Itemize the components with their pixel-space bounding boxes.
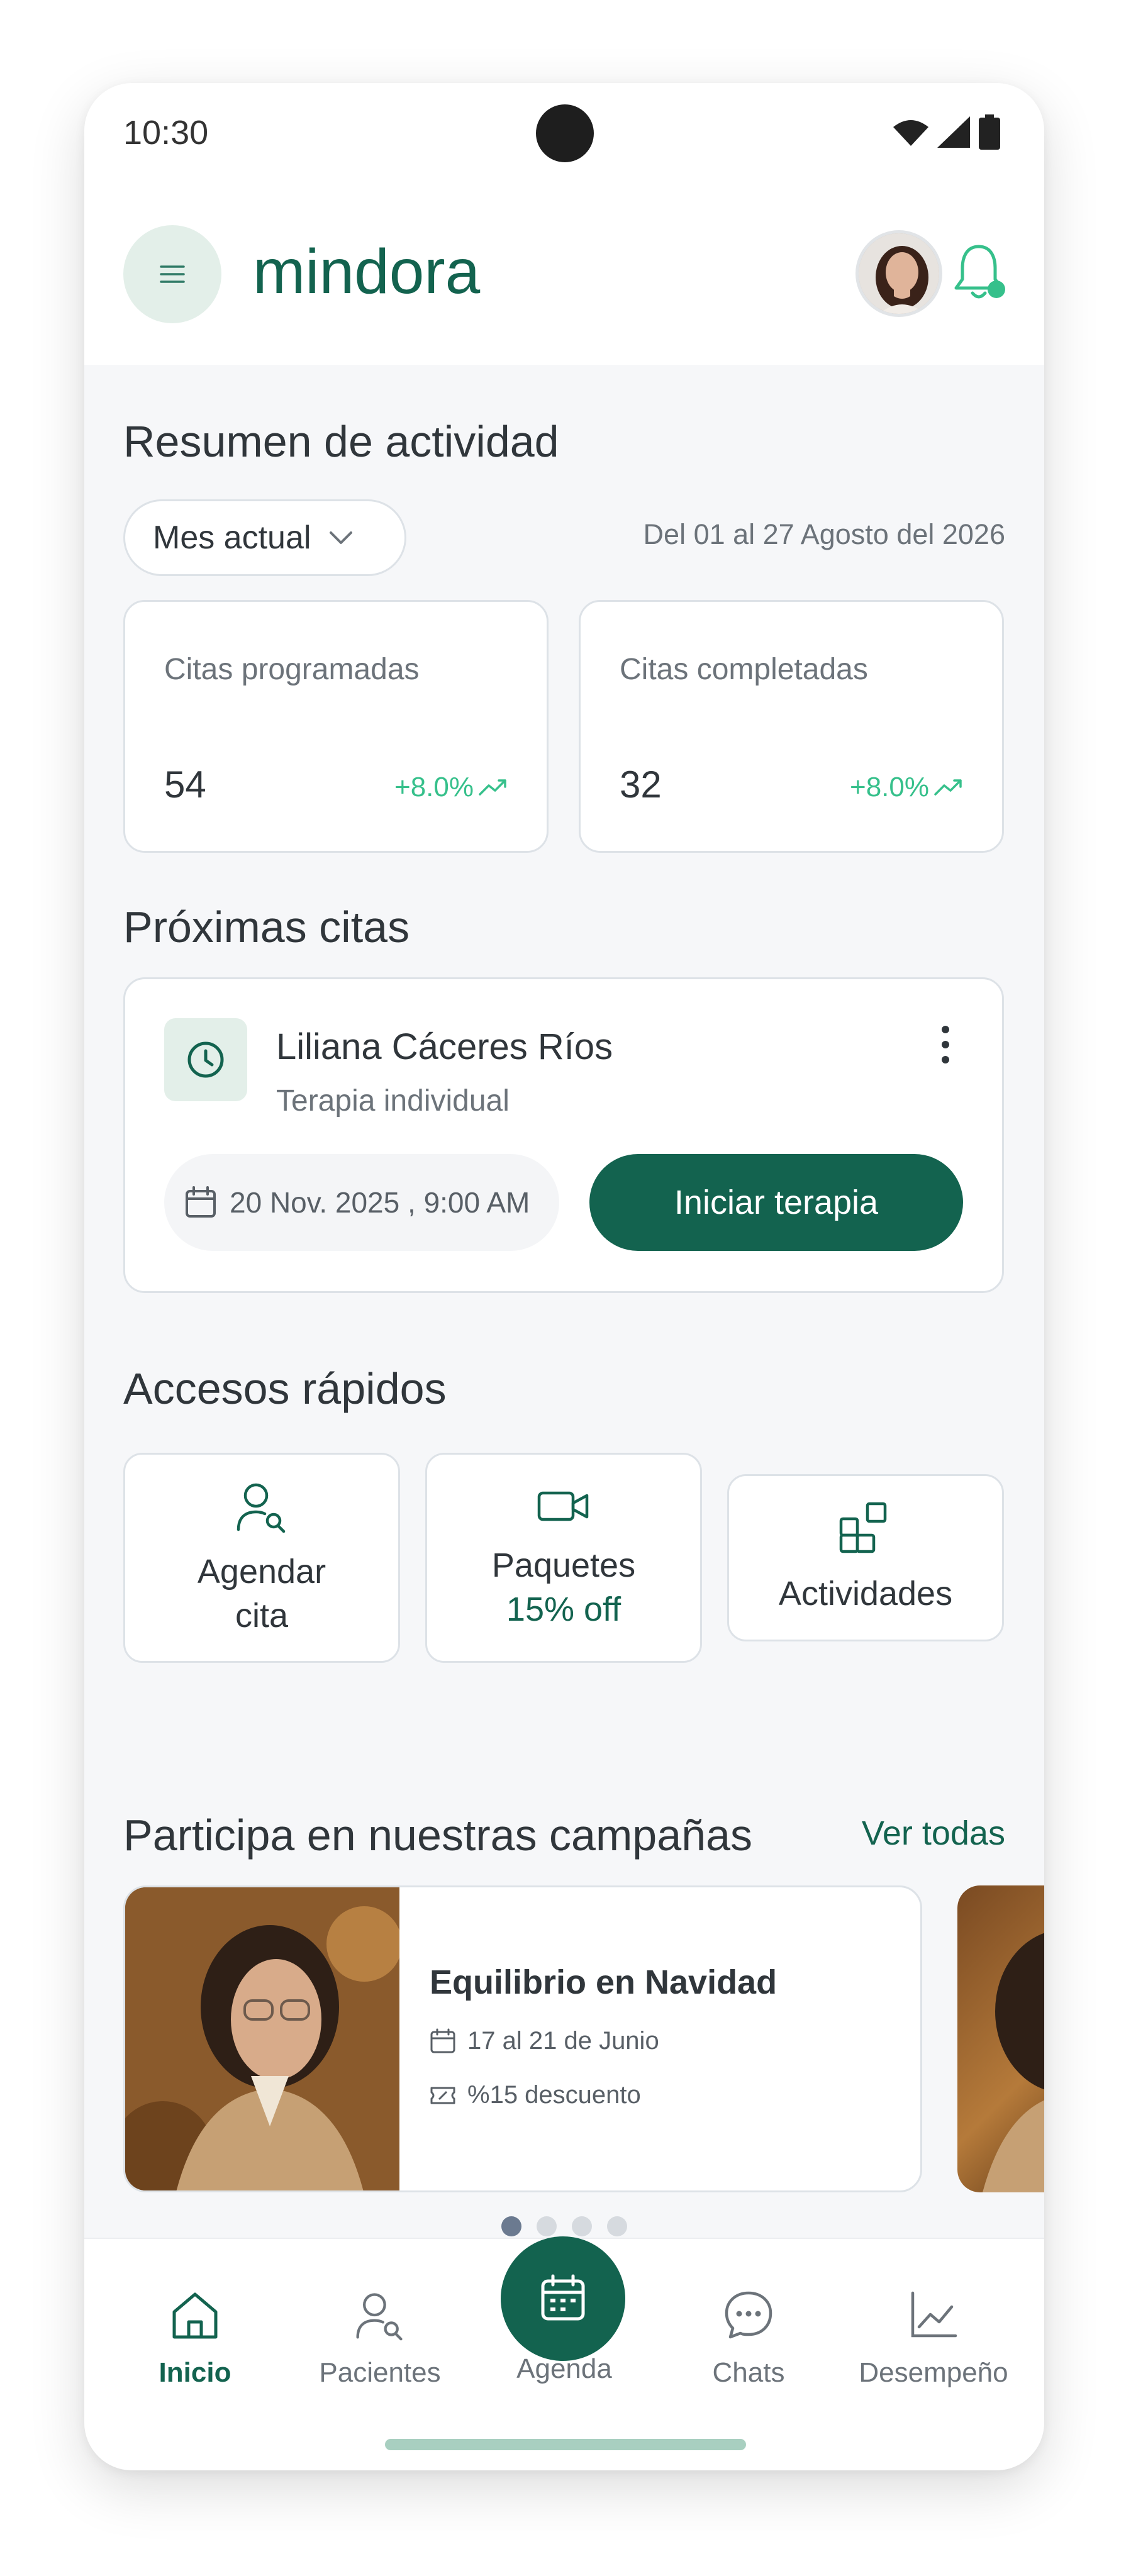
campaign-dates: 17 al 21 de Junio [430,2027,659,2055]
nav-desempeno[interactable]: Desempeño [852,2288,1015,2389]
patient-name: Liliana Cáceres Ríos [276,1026,613,1067]
campaign-title: Equilibrio en Navidad [430,1963,777,2001]
video-icon [537,1491,589,1521]
appointment-datetime: 20 Nov. 2025 , 9:00 AM [230,1186,530,1219]
camera-cutout [536,104,594,162]
stat-card-scheduled: Citas programadas 54 +8.0% [123,600,549,853]
stat-card-completed: Citas completadas 32 +8.0% [579,600,1004,853]
battery-icon [979,114,1000,150]
calendar-icon [541,2274,585,2321]
start-therapy-button[interactable]: Iniciar terapia [589,1154,963,1251]
pagination-dot[interactable] [572,2216,592,2236]
home-icon [172,2292,218,2339]
stat-label: Citas programadas [164,653,420,686]
appointment-date: 20 Nov. 2025 , 9:00 AM [164,1154,559,1251]
user-avatar[interactable] [855,230,942,317]
quick-access-discount: 15% off [506,1591,621,1628]
calendar-icon [186,1186,216,1218]
nav-label: Chats [712,2357,785,2388]
agenda-fab-button[interactable] [501,2236,625,2361]
home-indicator[interactable] [385,2439,746,2450]
pagination-dot[interactable] [501,2216,521,2236]
campaign-dates-text: 17 al 21 de Junio [467,2027,659,2055]
pagination-dot[interactable] [537,2216,557,2236]
grid-plus-icon [839,1502,887,1553]
nav-chats[interactable]: Chats [667,2288,830,2389]
therapy-type: Terapia individual [276,1084,510,1118]
menu-button[interactable] [123,225,221,323]
trend-up-icon [479,779,506,796]
user-search-icon [356,2293,403,2341]
clock-icon-box [164,1018,247,1101]
campaign-discount-text: %15 descuento [467,2081,641,2109]
hamburger-icon [160,265,185,283]
user-search-icon [237,1483,286,1533]
period-select-value: Mes actual [153,519,311,556]
stat-label: Citas completadas [620,653,868,686]
signal-icon [937,116,970,148]
stat-delta: +8.0% [394,772,508,803]
mindora-logo: mindora [253,236,504,311]
more-options-icon[interactable] [942,1026,949,1063]
wifi-icon [893,120,928,146]
chart-line-icon [911,2291,957,2338]
calendar-icon [430,2028,455,2053]
appointment-card[interactable]: Liliana Cáceres Ríos Terapia individual … [123,977,1004,1293]
period-select[interactable]: Mes actual [123,499,406,576]
notifications-button[interactable] [951,240,1008,306]
quick-access-activities[interactable]: Actividades [727,1474,1004,1641]
carousel-pagination [84,2216,1044,2236]
status-time: 10:30 [123,114,209,152]
stat-delta-text: +8.0% [850,772,929,802]
nav-label: Inicio [159,2357,231,2388]
pagination-dot[interactable] [607,2216,627,2236]
see-all-link[interactable]: Ver todas [862,1814,1005,1853]
status-icons [893,114,1000,150]
svg-text:mindora: mindora [253,239,481,307]
quick-access-label: Agendar cita [197,1553,326,1635]
campaigns-title: Participa en nuestras campañas [123,1811,752,1860]
quick-access-title: Accesos rápidos [123,1364,447,1413]
quick-access-schedule[interactable]: Agendar cita [123,1453,400,1663]
clock-icon [187,1041,224,1078]
quick-access-label: Paquetes [491,1546,636,1584]
summary-title: Resumen de actividad [123,417,559,466]
quick-access-label: Actividades [778,1575,953,1613]
campaign-image [125,1887,399,2190]
upcoming-title: Próximas citas [123,902,410,952]
quick-access-packages[interactable]: Paquetes 15% off [425,1453,702,1663]
chevron-down-icon [330,531,353,544]
nav-pacientes[interactable]: Pacientes [298,2288,462,2389]
stat-delta: +8.0% [850,772,963,803]
bell-icon [954,245,1005,299]
campaign-discount: %15 descuento [430,2081,641,2109]
nav-label: Desempeño [859,2357,1008,2388]
trend-up-icon [934,779,962,796]
stat-value: 54 [164,763,206,806]
date-range: Del 01 al 27 Agosto del 2026 [643,518,1005,550]
campaign-card-next[interactable] [957,1885,1044,2192]
stat-delta-text: +8.0% [394,772,474,802]
campaign-card[interactable]: Equilibrio en Navidad 17 al 21 de Junio … [123,1885,922,2192]
chat-icon [725,2291,772,2339]
stat-value: 32 [620,763,662,806]
ticket-icon [430,2087,455,2104]
nav-inicio[interactable]: Inicio [113,2288,277,2389]
nav-label: Pacientes [319,2357,441,2388]
phone-screen: 10:30 mindora Resumen de actividad Mes a… [84,83,1044,2470]
